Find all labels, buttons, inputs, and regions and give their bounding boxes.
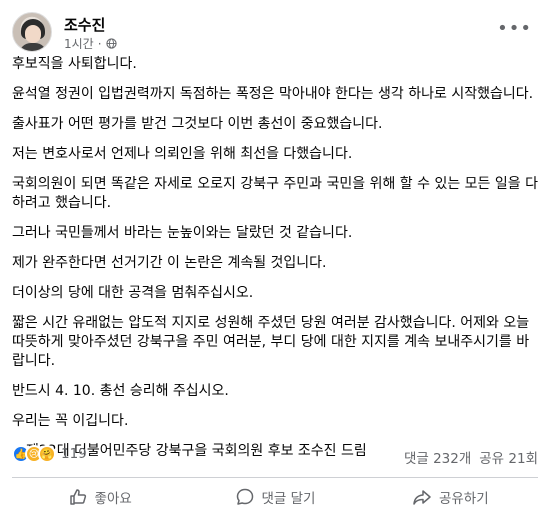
more-options-icon[interactable]: ••• <box>497 18 532 39</box>
avatar[interactable] <box>12 12 52 52</box>
care-reaction-icon: 🤗 <box>38 445 56 463</box>
post-paragraph: 저는 변호사로서 언제나 의뢰인을 위해 최선을 다했습니다. <box>12 146 353 162</box>
post-paragraph: 우리는 꼭 이깁니다. <box>12 413 129 429</box>
avatar-face <box>25 25 41 43</box>
share-count[interactable]: 공유 21회 <box>479 447 538 467</box>
engagement-counts: 댓글 232개 공유 21회 <box>404 447 538 467</box>
post-header: 조수진 1시간 · ••• <box>12 12 538 52</box>
post-timestamp[interactable]: 1시간 <box>64 35 94 52</box>
post-stats: 👍 😢 🤗 119 댓글 232개 공유 21회 <box>12 445 538 467</box>
meta-separator: · <box>97 36 102 51</box>
post-paragraph: 짧은 시간 유래없는 압도적 지지로 성원해 주셨던 당원 여러분 감사했습니다… <box>12 315 530 369</box>
post-actions: 좋아요 댓글 달기 공유하기 <box>12 479 538 515</box>
share-button[interactable]: 공유하기 <box>363 479 538 515</box>
post-paragraph: 반드시 4. 10. 총선 승리해 주십시오. <box>12 383 229 399</box>
post-paragraph: 제가 완주한다면 선거기간 이 논란은 계속될 것입니다. <box>12 255 327 271</box>
reaction-summary[interactable]: 👍 😢 🤗 119 <box>12 445 87 463</box>
post-paragraph: 국회의원이 되면 똑같은 자세로 오로지 강북구 주민과 국민을 위해 할 수 … <box>12 176 538 211</box>
facebook-post: 조수진 1시간 · ••• 후보직을 사퇴합니다. 윤석열 정권이 입법권력까지… <box>0 0 550 525</box>
avatar-body <box>19 43 47 51</box>
post-paragraph: 그러나 국민들께서 바라는 눈높이와는 달랐던 것 같습니다. <box>12 225 353 241</box>
comment-count[interactable]: 댓글 232개 <box>404 447 471 467</box>
post-meta: 1시간 · <box>64 35 117 52</box>
comment-button[interactable]: 댓글 달기 <box>187 479 362 515</box>
share-icon <box>413 490 431 505</box>
divider <box>12 477 538 478</box>
globe-icon <box>105 38 117 49</box>
post-paragraph: 윤석열 정권이 입법권력까지 독점하는 폭정은 막아내야 한다는 생각 하나로 … <box>12 86 534 102</box>
like-button[interactable]: 좋아요 <box>12 479 187 515</box>
reaction-count[interactable]: 119 <box>61 446 87 462</box>
post-paragraph: 더이상의 당에 대한 공격을 멈춰주십시오. <box>12 285 254 301</box>
comment-icon <box>236 488 253 505</box>
post-paragraph: 출사표가 어떤 평가를 받건 그것보다 이번 총선이 중요했습니다. <box>12 116 383 132</box>
author-name[interactable]: 조수진 <box>64 14 105 35</box>
share-button-label: 공유하기 <box>438 491 489 507</box>
comment-button-label: 댓글 달기 <box>261 491 316 507</box>
like-button-label: 좋아요 <box>94 491 132 507</box>
post-body: 후보직을 사퇴합니다. 윤석열 정권이 입법권력까지 독점하는 폭정은 막아내야… <box>12 55 540 472</box>
post-paragraph: 후보직을 사퇴합니다. <box>12 56 137 72</box>
thumbs-up-icon <box>69 489 86 505</box>
